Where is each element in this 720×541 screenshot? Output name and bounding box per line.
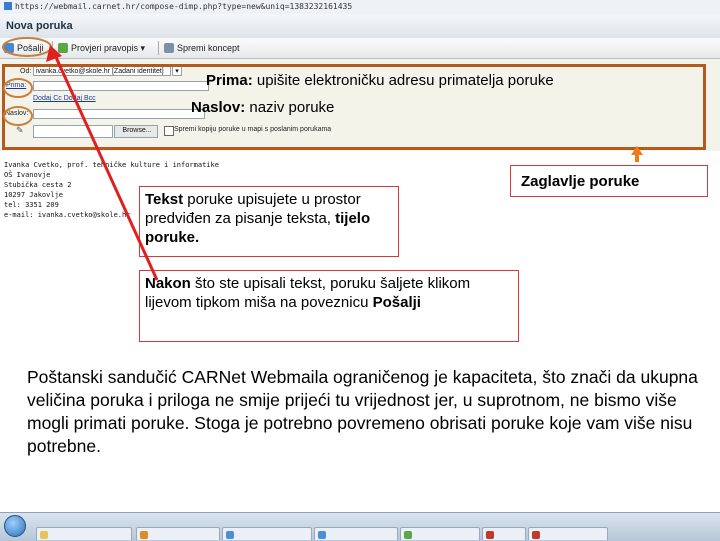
taskbar-item[interactable] [36, 527, 132, 540]
app-icon [226, 531, 234, 539]
taskbar-item[interactable] [136, 527, 220, 540]
taskbar-item[interactable] [482, 527, 526, 540]
taskbar-item[interactable] [314, 527, 398, 540]
send-arrow-head [46, 45, 62, 62]
app-icon [318, 531, 326, 539]
browser-icon [140, 531, 148, 539]
folder-icon [40, 531, 48, 539]
send-highlight-circle [2, 37, 52, 57]
app-icon [404, 531, 412, 539]
taskbar-item[interactable] [400, 527, 480, 540]
taskbar-item[interactable] [528, 527, 608, 540]
taskbar-item[interactable] [222, 527, 312, 540]
annotation-arrows [2, 37, 643, 281]
header-up-arrow-head [631, 146, 643, 155]
start-orb-icon[interactable] [4, 515, 26, 537]
app-icon [486, 531, 494, 539]
subject-highlight-circle [3, 106, 33, 126]
app-icon [532, 531, 540, 539]
send-arrow-line [53, 54, 159, 281]
to-highlight-circle [3, 78, 33, 98]
